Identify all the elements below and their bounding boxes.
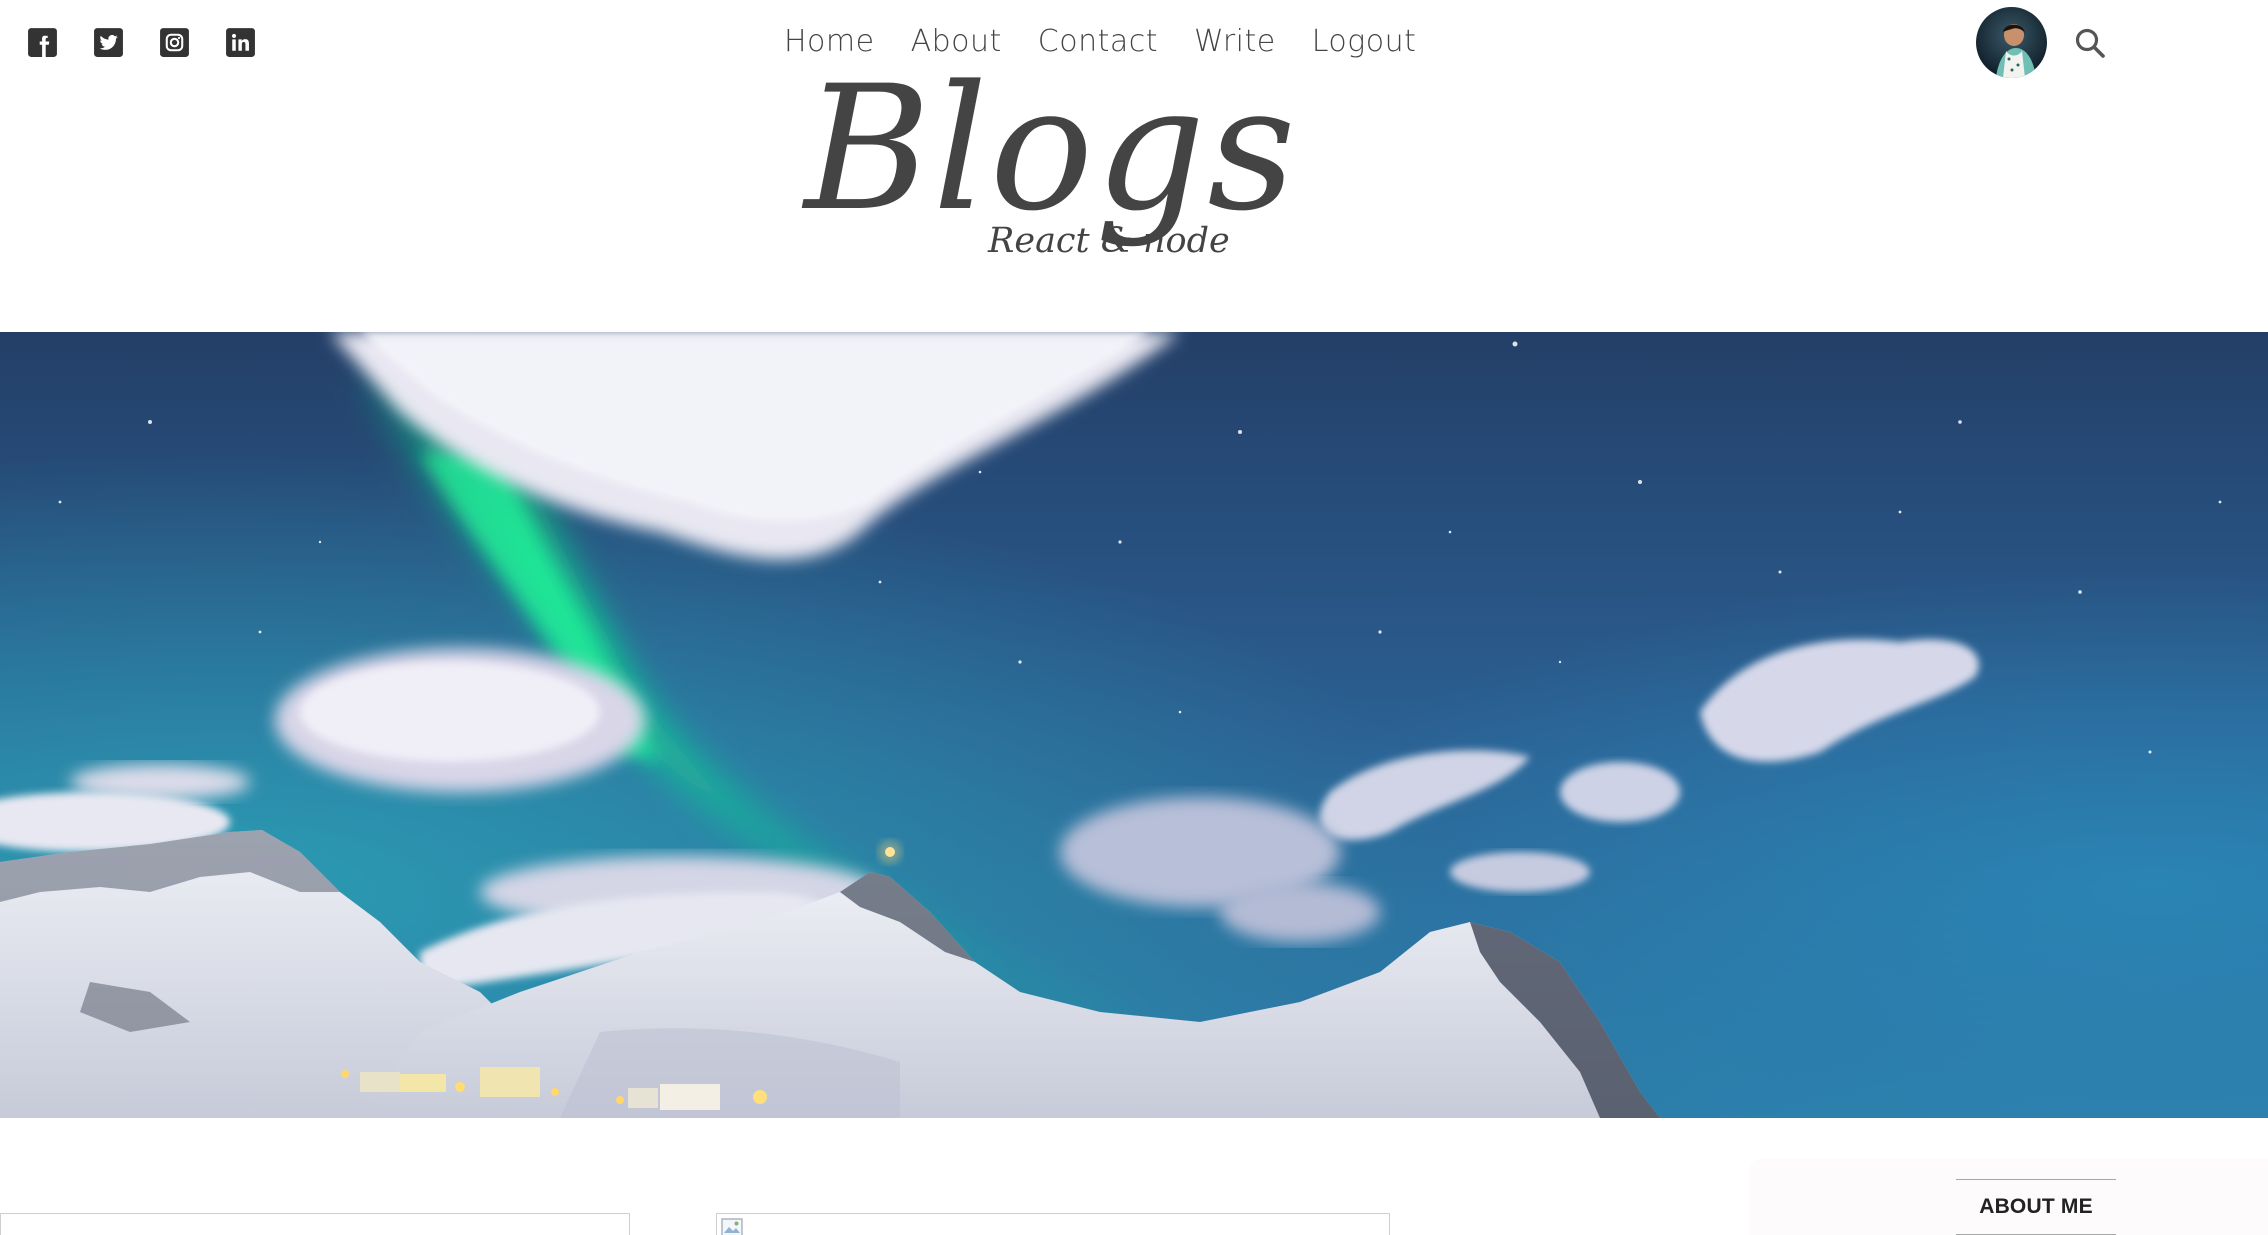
facebook-icon[interactable] [26,26,59,59]
nav-logout[interactable]: Logout [1312,20,1417,64]
sidebar-title: ABOUT ME [1956,1179,2116,1235]
broken-image-icon [721,1218,743,1235]
social-links [26,26,257,59]
post-card[interactable] [0,1213,630,1235]
site-title: Blogs [0,60,2268,238]
twitter-icon[interactable] [92,26,125,59]
instagram-icon[interactable] [158,26,191,59]
post-card[interactable] [716,1213,1390,1235]
linkedin-icon[interactable] [224,26,257,59]
search-icon[interactable] [2073,26,2107,60]
hero-image [0,332,2268,1118]
sidebar: ABOUT ME [1750,1159,2268,1235]
title-large: Blogs [804,48,1298,249]
title-small: React & node [988,221,1230,261]
